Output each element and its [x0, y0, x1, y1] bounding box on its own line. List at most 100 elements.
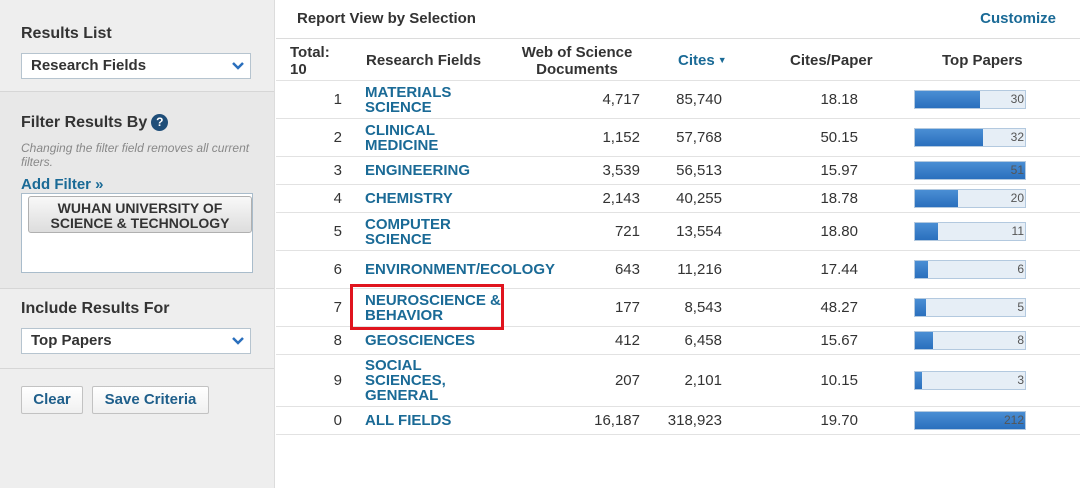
documents-header: Web of Science Documents [521, 44, 633, 78]
clear-button[interactable]: Clear [21, 386, 83, 414]
include-results-select[interactable]: Top Papers [21, 328, 251, 354]
include-results-value: Top Papers [31, 332, 112, 349]
cites-cell: 56,513 [640, 156, 722, 185]
rank-cell: 1 [276, 80, 342, 119]
field-link[interactable]: COMPUTER SCIENCE [365, 217, 505, 247]
top-papers-bar[interactable]: 212 [914, 411, 1026, 430]
cites-cell: 8,543 [640, 288, 722, 327]
top-papers-cell: 20 [858, 184, 1080, 213]
field-cell: COMPUTER SCIENCE [342, 212, 560, 251]
documents-cell: 412 [560, 326, 640, 355]
top-papers-bar-fill [915, 223, 939, 240]
cites-cell: 318,923 [640, 406, 722, 435]
field-link[interactable]: NEUROSCIENCE & BEHAVIOR [365, 293, 505, 323]
results-list-select[interactable]: Research Fields [21, 53, 251, 79]
top-papers-count: 212 [1003, 413, 1024, 427]
top-papers-count: 20 [1010, 191, 1024, 205]
report-title: Report View by Selection [297, 10, 476, 27]
top-papers-cell: 11 [858, 212, 1080, 251]
cites-paper-cell: 19.70 [722, 406, 858, 435]
top-papers-bar[interactable]: 6 [914, 260, 1026, 279]
documents-cell: 207 [560, 354, 640, 407]
top-papers-bar[interactable]: 32 [914, 128, 1026, 147]
top-papers-count: 6 [1017, 262, 1024, 276]
top-papers-bar[interactable]: 5 [914, 298, 1026, 317]
divider [276, 38, 1080, 39]
table-row: 6 ENVIRONMENT/ECOLOGY 643 11,216 17.44 6 [276, 250, 1080, 289]
field-link[interactable]: MATERIALS SCIENCE [365, 85, 505, 115]
top-papers-count: 3 [1017, 373, 1024, 387]
top-papers-bar[interactable]: 51 [914, 161, 1026, 180]
help-icon[interactable]: ? [151, 114, 169, 131]
filter-chip[interactable]: WUHAN UNIVERSITY OF SCIENCE & TECHNOLOGY [28, 196, 252, 233]
save-criteria-button[interactable]: Save Criteria [92, 386, 209, 414]
table-row: 0 ALL FIELDS 16,187 318,923 19.70 212 [276, 406, 1080, 435]
cites-paper-cell: 17.44 [722, 250, 858, 289]
divider [0, 368, 274, 369]
customize-link[interactable]: Customize [980, 10, 1056, 27]
filter-hint: Changing the filter field removes all cu… [21, 141, 250, 169]
field-link[interactable]: CLINICAL MEDICINE [365, 123, 505, 153]
field-cell: ALL FIELDS [342, 406, 560, 435]
top-papers-bar-fill [915, 372, 922, 389]
top-papers-count: 32 [1010, 130, 1024, 144]
field-link[interactable]: ENVIRONMENT/ECOLOGY [365, 262, 555, 277]
field-link[interactable]: GEOSCIENCES [365, 333, 505, 348]
cites-header-label: Cites [678, 52, 715, 69]
top-papers-count: 11 [1011, 224, 1024, 238]
top-papers-cell: 212 [858, 406, 1080, 435]
top-papers-cell: 8 [858, 326, 1080, 355]
table-row: 3 ENGINEERING 3,539 56,513 15.97 51 [276, 156, 1080, 185]
total-header: Total: 10 [290, 44, 330, 78]
top-papers-bar-fill [915, 162, 1025, 179]
top-papers-bar[interactable]: 11 [914, 222, 1026, 241]
cites-cell: 57,768 [640, 118, 722, 157]
field-link[interactable]: CHEMISTRY [365, 191, 505, 206]
cites-cell: 2,101 [640, 354, 722, 407]
cites-paper-cell: 18.80 [722, 212, 858, 251]
results-list-title: Results List [21, 25, 112, 42]
cites-paper-cell: 15.67 [722, 326, 858, 355]
chevron-down-icon[interactable] [226, 54, 250, 78]
chevron-down-icon[interactable] [226, 329, 250, 353]
report-panel: Report View by Selection Customize Total… [276, 0, 1080, 488]
rank-cell: 7 [276, 288, 342, 327]
field-link[interactable]: SOCIAL SCIENCES, GENERAL [365, 358, 505, 403]
table-row: 1 MATERIALS SCIENCE 4,717 85,740 18.18 30 [276, 80, 1080, 119]
sort-desc-icon: ▼ [717, 55, 727, 65]
field-link[interactable]: ALL FIELDS [365, 413, 505, 428]
table-row: 7 NEUROSCIENCE & BEHAVIOR 177 8,543 48.27 5 [276, 288, 1080, 327]
field-cell: CHEMISTRY [342, 184, 560, 213]
cites-header[interactable]: Cites ▼ [678, 52, 727, 69]
field-cell: GEOSCIENCES [342, 326, 560, 355]
field-link[interactable]: ENGINEERING [365, 163, 505, 178]
top-papers-bar-fill [915, 332, 933, 349]
filter-results-title: Filter Results By? [21, 114, 169, 132]
cites-paper-header: Cites/Paper [790, 52, 873, 69]
documents-cell: 4,717 [560, 80, 640, 119]
table-row: 4 CHEMISTRY 2,143 40,255 18.78 20 [276, 184, 1080, 213]
field-cell: MATERIALS SCIENCE [342, 80, 560, 119]
rank-cell: 9 [276, 354, 342, 407]
add-filter-link[interactable]: Add Filter » [21, 176, 104, 193]
research-fields-header: Research Fields [366, 52, 482, 69]
cites-cell: 6,458 [640, 326, 722, 355]
rank-cell: 8 [276, 326, 342, 355]
table-row: 9 SOCIAL SCIENCES, GENERAL 207 2,101 10.15 3 [276, 354, 1080, 407]
cites-paper-cell: 48.27 [722, 288, 858, 327]
top-papers-cell: 30 [858, 80, 1080, 119]
field-cell: ENVIRONMENT/ECOLOGY [342, 250, 560, 289]
top-papers-bar[interactable]: 8 [914, 331, 1026, 350]
top-papers-bar[interactable]: 20 [914, 189, 1026, 208]
top-papers-cell: 6 [858, 250, 1080, 289]
top-papers-cell: 5 [858, 288, 1080, 327]
top-papers-cell: 51 [858, 156, 1080, 185]
table-row: 2 CLINICAL MEDICINE 1,152 57,768 50.15 32 [276, 118, 1080, 157]
cites-paper-cell: 10.15 [722, 354, 858, 407]
top-papers-bar[interactable]: 3 [914, 371, 1026, 390]
cites-paper-cell: 18.78 [722, 184, 858, 213]
documents-cell: 3,539 [560, 156, 640, 185]
top-papers-bar[interactable]: 30 [914, 90, 1026, 109]
cites-paper-cell: 15.97 [722, 156, 858, 185]
top-papers-count: 8 [1017, 333, 1024, 347]
